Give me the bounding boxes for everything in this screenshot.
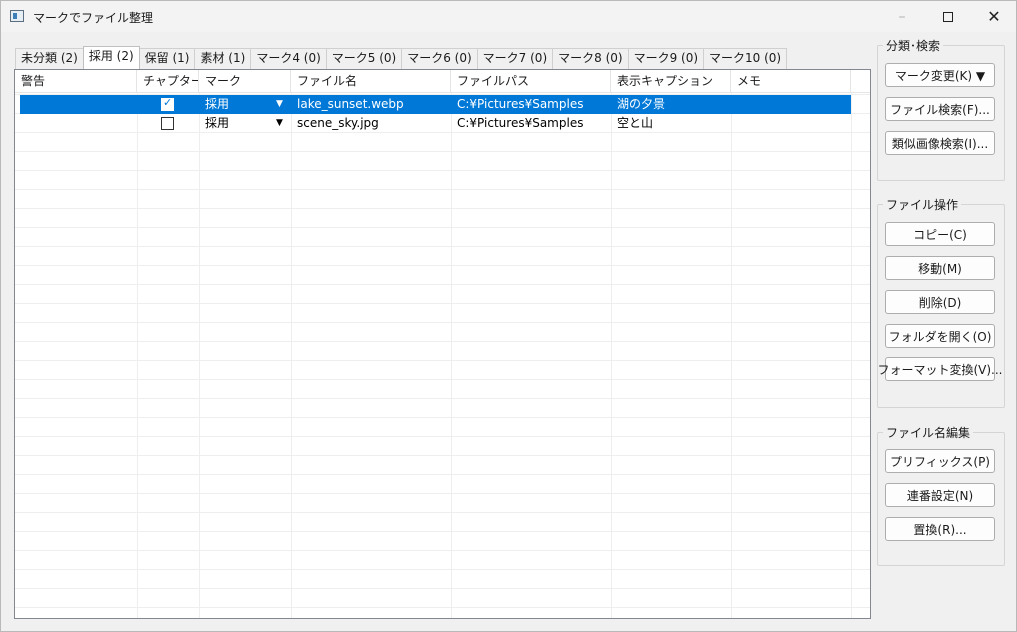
column-header-caption[interactable]: 表示キャプション [611, 70, 731, 93]
column-header-chapter[interactable]: チャプター [137, 70, 199, 93]
grid-row-line [15, 588, 870, 589]
grid-row-line [15, 531, 870, 532]
main-window: マークでファイル整理 – ✕ 未分類 (2) 採用 (2) 保留 (1) 素材 … [0, 0, 1017, 632]
filename-cell: scene_sky.jpg [297, 116, 379, 130]
file-operations-group-title: ファイル操作 [883, 196, 962, 213]
grid-row-line [15, 455, 870, 456]
dropdown-arrow-icon[interactable]: ▼ [276, 95, 283, 114]
tab-mark10[interactable]: マーク10 (0) [703, 48, 788, 69]
grid-column-line [731, 93, 732, 618]
tab-mark7[interactable]: マーク7 (0) [476, 48, 554, 69]
memo-cell[interactable] [731, 95, 851, 114]
grid-row-line [15, 512, 870, 513]
table-row[interactable]: ✓ 採用 ▼ lake_sunset.webp C:¥Pictures¥Samp… [20, 95, 851, 114]
filename-edit-group-title: ファイル名編集 [883, 424, 974, 441]
grid-row-line [15, 170, 870, 171]
move-button[interactable]: 移動(M) [885, 256, 995, 280]
prefix-button[interactable]: プリフィックス(P) [885, 449, 995, 473]
open-folder-button[interactable]: フォルダを開く(O) [885, 324, 995, 348]
column-header-path[interactable]: ファイルパス [451, 70, 611, 93]
caption-cell: 空と山 [617, 116, 654, 130]
grid-row-line [15, 417, 870, 418]
filename-cell: lake_sunset.webp [297, 97, 404, 111]
replace-button[interactable]: 置換(R)... [885, 517, 995, 541]
dropdown-arrow-icon[interactable]: ▼ [276, 114, 283, 133]
title-bar: マークでファイル整理 – ✕ [1, 1, 1016, 32]
grid-row-line [15, 322, 870, 323]
table-row[interactable]: 採用 ▼ scene_sky.jpg C:¥Pictures¥Samples 空… [20, 114, 851, 133]
format-convert-button[interactable]: フォーマット変換(V)... [877, 357, 1003, 381]
window-title: マークでファイル整理 [33, 11, 154, 25]
delete-button[interactable]: 削除(D) [885, 290, 995, 314]
classify-search-group-title: 分類･検索 [883, 37, 944, 54]
warning-cell [15, 95, 137, 114]
tab-hold[interactable]: 保留 (1) [138, 48, 196, 69]
tab-mark8[interactable]: マーク8 (0) [552, 48, 629, 69]
chapter-checkbox[interactable] [161, 117, 174, 130]
minimize-button[interactable]: – [879, 1, 925, 32]
grid-row-line [15, 284, 870, 285]
file-grid[interactable]: 警告 チャプター マーク ファイル名 ファイルパス 表示キャプション メモ ✓ … [14, 69, 871, 619]
grid-row-line [15, 151, 870, 152]
column-header-filename[interactable]: ファイル名 [291, 70, 451, 93]
grid-column-line [451, 93, 452, 618]
grid-row-line [15, 607, 870, 608]
chapter-checkbox[interactable]: ✓ [161, 96, 174, 111]
tab-mark4[interactable]: マーク4 (0) [250, 48, 327, 69]
grid-row-line [15, 189, 870, 190]
grid-row-line [15, 398, 870, 399]
copy-button[interactable]: コピー(C) [885, 222, 995, 246]
grid-row-line [15, 303, 870, 304]
grid-row-line [15, 265, 870, 266]
grid-row-line [15, 227, 870, 228]
tab-adopted[interactable]: 採用 (2) [82, 46, 140, 69]
app-icon [10, 10, 24, 22]
grid-column-line [199, 93, 200, 618]
tab-mark6[interactable]: マーク6 (0) [401, 48, 478, 69]
tab-mark9[interactable]: マーク9 (0) [627, 48, 705, 69]
grid-row-line [15, 341, 870, 342]
caption-cell: 湖の夕景 [617, 97, 666, 111]
grid-row-line [15, 493, 870, 494]
column-header-warning[interactable]: 警告 [15, 70, 137, 93]
grid-column-line [611, 93, 612, 618]
check-icon: ✓ [163, 96, 173, 109]
grid-row-line [15, 360, 870, 361]
close-button[interactable]: ✕ [971, 1, 1017, 32]
memo-cell[interactable] [731, 114, 851, 133]
grid-row-line [15, 379, 870, 380]
change-mark-button[interactable]: マーク変更(K) ▼ [885, 63, 995, 87]
path-cell: C:¥Pictures¥Samples [457, 116, 584, 130]
tab-material[interactable]: 素材 (1) [194, 48, 252, 69]
path-cell: C:¥Pictures¥Samples [457, 97, 584, 111]
mark-tabs: 未分類 (2) 採用 (2) 保留 (1) 素材 (1) マーク4 (0) マー… [15, 46, 788, 69]
tab-mark5[interactable]: マーク5 (0) [325, 48, 403, 69]
grid-column-line [851, 93, 852, 618]
close-icon: ✕ [987, 6, 1001, 26]
maximize-icon [943, 11, 953, 22]
grid-row-line [15, 569, 870, 570]
grid-row-line [15, 474, 870, 475]
grid-column-line [137, 93, 138, 618]
maximize-button[interactable] [925, 1, 971, 32]
grid-column-line [291, 93, 292, 618]
tab-unclassified[interactable]: 未分類 (2) [15, 48, 84, 69]
grid-row-line [15, 550, 870, 551]
file-search-button[interactable]: ファイル検索(F)... [885, 97, 995, 121]
grid-header: 警告 チャプター マーク ファイル名 ファイルパス 表示キャプション メモ [15, 70, 870, 93]
sequence-button[interactable]: 連番設定(N) [885, 483, 995, 507]
warning-cell [15, 114, 137, 133]
column-header-memo[interactable]: メモ [731, 70, 851, 93]
similar-image-search-button[interactable]: 類似画像検索(I)... [885, 131, 995, 155]
column-header-mark[interactable]: マーク [199, 70, 291, 93]
minimize-icon: – [898, 8, 906, 25]
grid-row-line [15, 246, 870, 247]
grid-row-line [15, 208, 870, 209]
grid-row-line [15, 436, 870, 437]
